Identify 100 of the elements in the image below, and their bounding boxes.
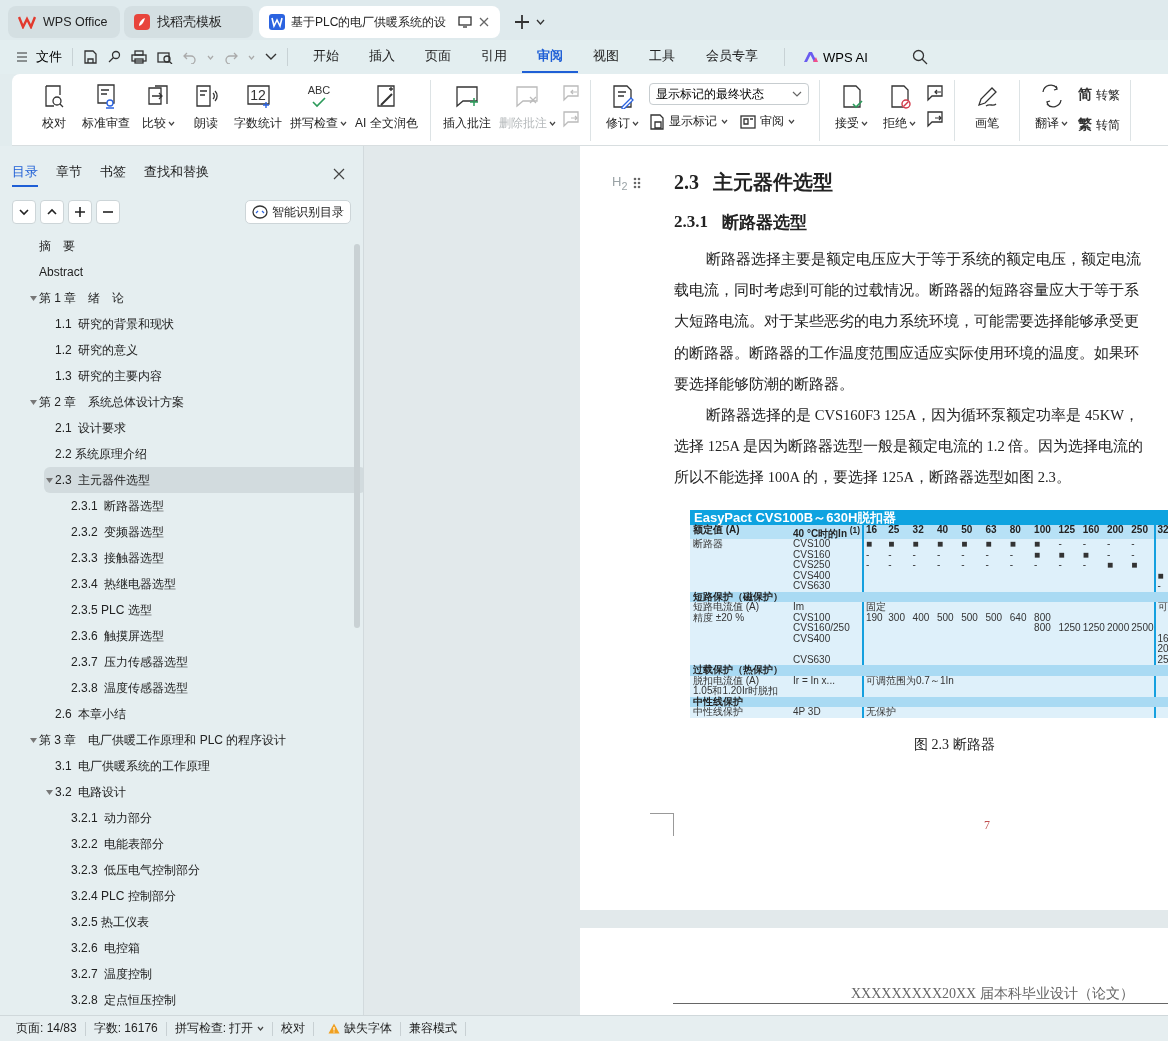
ribbon-button[interactable]: 修订 bbox=[600, 80, 645, 135]
toc-item[interactable]: 2.3.7 压力传感器选型 bbox=[60, 649, 363, 675]
ribbon-button[interactable]: 显示标记 bbox=[648, 111, 728, 132]
tree-tool-button[interactable] bbox=[96, 200, 120, 224]
toc-item[interactable]: 第 1 章 绪 论 bbox=[28, 285, 350, 311]
scrollbar[interactable] bbox=[354, 244, 360, 628]
read-aloud-icon bbox=[193, 83, 219, 109]
display-mode-dropdown[interactable]: 显示标记的最终状态 bbox=[648, 83, 809, 105]
ribbon-button[interactable]: 繁 转简 bbox=[1077, 114, 1120, 136]
ai-button[interactable]: WPS AI bbox=[795, 49, 876, 65]
table-cell: ■ bbox=[1058, 548, 1065, 560]
toc-item[interactable]: 2.3.1 断路器选型 bbox=[60, 493, 363, 519]
ribbon-button[interactable]: 简 转繁 bbox=[1077, 84, 1120, 106]
table-cell: 25 bbox=[888, 523, 900, 535]
ribbon-button[interactable]: 翻译 bbox=[1029, 80, 1074, 135]
ribbon-button[interactable]: 校对 bbox=[32, 80, 76, 135]
ribbon-button[interactable]: 审阅 bbox=[739, 111, 795, 132]
toc-item[interactable]: Abstract bbox=[28, 259, 350, 285]
toc-item[interactable]: 2.3.8 温度传感器选型 bbox=[60, 675, 363, 701]
file-menu[interactable]: 文件 bbox=[16, 48, 62, 66]
status-button[interactable]: 缺失字体 bbox=[314, 1021, 402, 1036]
close-icon[interactable] bbox=[333, 168, 345, 180]
tree-tool-button[interactable] bbox=[12, 200, 36, 224]
panel-tab[interactable]: 查找和替换 bbox=[144, 161, 209, 187]
print-preview-icon[interactable] bbox=[157, 50, 173, 64]
menu-tab[interactable]: 工具 bbox=[634, 41, 690, 73]
ribbon-button[interactable]: 拒绝 bbox=[877, 80, 922, 135]
drag-handle-icon[interactable] bbox=[633, 176, 642, 189]
toc-item[interactable]: 3.1 电厂供暖系统的工作原理 bbox=[44, 753, 363, 779]
toc-item[interactable]: 2.3 主元器件选型 bbox=[44, 467, 363, 493]
toc-item[interactable]: 摘 要 bbox=[28, 233, 350, 259]
ribbon-button[interactable]: ABC 拼写检查 bbox=[288, 80, 349, 135]
menu-tab[interactable]: 插入 bbox=[354, 41, 410, 73]
ribbon-button[interactable]: 插入批注 bbox=[440, 80, 493, 135]
toc-item[interactable]: 2.3.2 变频器选型 bbox=[60, 519, 363, 545]
toc-item[interactable]: 3.2.1 动力部分 bbox=[60, 805, 363, 831]
expand-arrow-icon bbox=[28, 293, 39, 303]
toc-item[interactable]: 2.3.3 接触器选型 bbox=[60, 545, 363, 571]
toc-item[interactable]: 2.3.4 热继电器选型 bbox=[60, 571, 363, 597]
monitor-icon[interactable] bbox=[458, 16, 473, 28]
toc-item[interactable]: 2.3.5 PLC 选型 bbox=[60, 597, 363, 623]
plus-icon[interactable] bbox=[514, 14, 531, 30]
table-cell: - bbox=[888, 559, 892, 571]
table-cell: 可调范围为0.7～1In bbox=[866, 674, 954, 686]
chevron-down-icon[interactable] bbox=[265, 53, 277, 61]
tree-tool-button[interactable] bbox=[68, 200, 92, 224]
table-cell: 16 bbox=[1157, 632, 1168, 644]
status-button[interactable]: 校对 bbox=[273, 1021, 315, 1036]
toc-item[interactable]: 3.2.3 低压电气控制部分 bbox=[60, 857, 363, 883]
panel-tab[interactable]: 章节 bbox=[56, 161, 82, 187]
toc-item[interactable]: 2.1 设计要求 bbox=[44, 415, 363, 441]
panel-tab[interactable]: 书签 bbox=[100, 161, 126, 187]
ribbon-button[interactable]: 标准审查 bbox=[80, 80, 132, 135]
toc-item[interactable]: 3.2.4 PLC 控制部分 bbox=[60, 883, 363, 909]
panel-tab[interactable]: 目录 bbox=[12, 161, 38, 187]
ribbon-button[interactable]: 接受 bbox=[829, 80, 874, 135]
ribbon-button[interactable]: 比较 bbox=[136, 80, 180, 135]
menu-tab[interactable]: 会员专享 bbox=[690, 41, 774, 73]
table-cell: - bbox=[1106, 548, 1111, 560]
search-icon[interactable] bbox=[911, 49, 928, 65]
ribbon-button[interactable]: AI 全文润色 bbox=[353, 80, 420, 135]
menu-tab[interactable]: 引用 bbox=[466, 41, 522, 73]
print-icon[interactable] bbox=[131, 50, 147, 64]
table-cell: ■ bbox=[1009, 538, 1016, 550]
chevron-down-icon[interactable] bbox=[536, 19, 546, 25]
document-tab[interactable]: 基于PLC的电厂供暖系统的设 bbox=[259, 6, 501, 38]
menu-tab[interactable]: 视图 bbox=[578, 41, 634, 73]
table-cell: ■ bbox=[1082, 548, 1089, 560]
heading: 主元器件选型 bbox=[713, 169, 833, 195]
toc-item[interactable]: 3.2.6 电控箱 bbox=[60, 935, 363, 961]
body-text-line: 的断路器。断路器的工作温度范围应适应实际使用环境的温度。如果环 bbox=[674, 343, 1140, 363]
document-tab[interactable]: 找稻壳模板 bbox=[124, 6, 253, 38]
menu-tab[interactable]: 开始 bbox=[298, 41, 354, 73]
close-icon[interactable] bbox=[478, 16, 491, 28]
ribbon-button[interactable]: 12 字数统计 bbox=[232, 80, 284, 135]
toc-item[interactable]: 2.3.6 触摸屏选型 bbox=[60, 623, 363, 649]
save-icon[interactable] bbox=[83, 50, 97, 64]
toc-item[interactable]: 1.3 研究的主要内容 bbox=[44, 363, 363, 389]
toc-item[interactable]: 第 2 章 系统总体设计方案 bbox=[28, 389, 350, 415]
toc-item[interactable]: 1.2 研究的意义 bbox=[44, 337, 363, 363]
comment-arrow-icon[interactable] bbox=[925, 84, 944, 102]
status-dropdown[interactable]: 拼写检查: 打开 bbox=[166, 1021, 274, 1036]
toc-item[interactable]: 3.2.7 温度控制 bbox=[60, 961, 363, 987]
menu-tab[interactable]: 页面 bbox=[410, 41, 466, 73]
toc-item[interactable]: 2.6 本章小结 bbox=[44, 701, 363, 727]
toc-item[interactable]: 2.2 系统原理介绍 bbox=[44, 441, 363, 467]
toc-item[interactable]: 第 3 章 电厂供暖工作原理和 PLC 的程序设计 bbox=[28, 727, 350, 753]
toc-item[interactable]: 3.2.8 定点恒压控制 bbox=[60, 987, 363, 1013]
toc-item[interactable]: 3.2.5 热工仪表 bbox=[60, 909, 363, 935]
table-cell: 400 bbox=[912, 611, 930, 623]
status-button[interactable]: 兼容模式 bbox=[401, 1021, 467, 1036]
toc-item[interactable]: 3.2 电路设计 bbox=[44, 779, 363, 805]
document-tab[interactable]: WPS Office bbox=[8, 6, 120, 38]
smart-toc-button[interactable]: 智能识别目录 bbox=[245, 200, 351, 224]
tree-tool-button[interactable] bbox=[40, 200, 64, 224]
toc-item[interactable]: 1.1 研究的背景和现状 bbox=[44, 311, 363, 337]
ribbon-button[interactable]: 画笔 bbox=[964, 80, 1009, 135]
comment-arrow-icon[interactable] bbox=[925, 110, 944, 128]
ribbon-button[interactable]: 朗读 bbox=[184, 80, 228, 135]
toc-item[interactable]: 3.2.2 电能表部分 bbox=[60, 831, 363, 857]
